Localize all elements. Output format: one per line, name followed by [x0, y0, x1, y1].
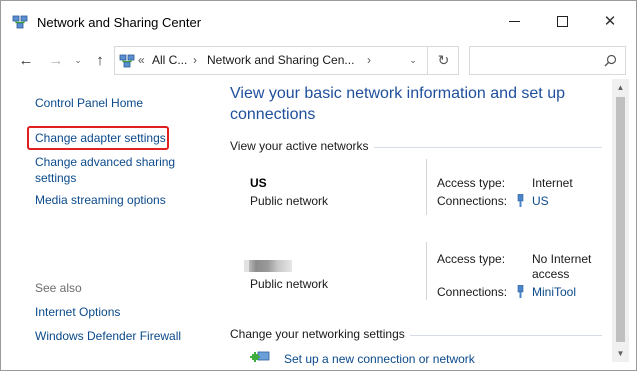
- network-divider: [426, 159, 427, 215]
- section-divider: [374, 147, 602, 148]
- breadcrumb-separator-icon[interactable]: ›: [193, 53, 197, 67]
- tasks-pane: Control Panel Home Change adapter settin…: [1, 79, 214, 370]
- breadcrumb-all-control-panel[interactable]: All C...: [152, 53, 187, 67]
- breadcrumb-overflow-icon[interactable]: «: [138, 53, 145, 67]
- sidebar-item-change-advanced-sharing[interactable]: Change advanced sharing settings: [35, 154, 175, 186]
- breadcrumb-separator-icon[interactable]: ›: [367, 53, 371, 67]
- section-divider: [410, 335, 602, 336]
- maximize-button[interactable]: [539, 1, 585, 41]
- sidebar-item-label: Change advanced sharing: [35, 155, 176, 169]
- blurred-network-name: [244, 260, 292, 272]
- access-type-value: Internet: [532, 176, 573, 190]
- back-arrow-icon: ←: [18, 51, 34, 69]
- forward-button[interactable]: →: [45, 49, 67, 71]
- scroll-up-button[interactable]: ▲: [612, 79, 629, 96]
- window: Network and Sharing Center ✕ ← → ⌄ ↑ « A…: [0, 0, 637, 371]
- sidebar-item-label: settings: [35, 171, 77, 185]
- minimize-icon: [508, 20, 520, 22]
- network-sharing-center-icon: [12, 15, 28, 29]
- access-type-label: Access type:: [437, 252, 506, 266]
- active-networks-heading: View your active networks: [230, 139, 369, 153]
- access-type-label: Access type:: [437, 176, 506, 190]
- network-sharing-center-icon: [119, 54, 135, 68]
- address-bar[interactable]: « All C... › Network and Sharing Cen... …: [114, 46, 459, 75]
- refresh-button[interactable]: ↻: [427, 47, 459, 74]
- change-settings-heading: Change your networking settings: [230, 327, 405, 341]
- scroll-down-button[interactable]: ▼: [612, 345, 629, 362]
- refresh-icon: ↻: [437, 52, 450, 68]
- connections-label: Connections:: [437, 285, 508, 299]
- forward-arrow-icon: →: [48, 51, 64, 69]
- sidebar-item-control-panel-home[interactable]: Control Panel Home: [35, 95, 143, 111]
- navigation-bar: ← → ⌄ ↑ « All C... › Network and Sharing…: [1, 41, 636, 79]
- connection-link-minitool[interactable]: MiniTool: [532, 285, 576, 299]
- breadcrumb-network-sharing-center[interactable]: Network and Sharing Cen...: [207, 53, 354, 67]
- ethernet-icon: [517, 285, 524, 298]
- access-type-value-line: access: [532, 267, 570, 281]
- title-bar: Network and Sharing Center ✕: [1, 1, 636, 41]
- up-button[interactable]: ↑: [89, 49, 111, 71]
- see-also-heading: See also: [35, 281, 82, 295]
- sidebar-item-media-streaming[interactable]: Media streaming options: [35, 192, 166, 208]
- maximize-icon: [556, 15, 568, 27]
- recent-locations-button[interactable]: ⌄: [72, 49, 84, 71]
- chevron-down-icon: ⌄: [74, 54, 82, 65]
- see-also-internet-options[interactable]: Internet Options: [35, 304, 120, 320]
- page-title: View your basic network information and …: [230, 85, 565, 123]
- access-type-value-line: No Internet: [532, 252, 592, 266]
- address-dropdown-button[interactable]: ⌄: [400, 48, 426, 73]
- minimize-button[interactable]: [491, 1, 537, 41]
- connection-link-us[interactable]: US: [532, 194, 549, 208]
- window-title: Network and Sharing Center: [37, 15, 202, 30]
- network-divider: [426, 242, 427, 300]
- network-name: US: [250, 176, 267, 190]
- new-connection-icon: [250, 351, 270, 362]
- scrollbar-thumb[interactable]: [616, 97, 625, 342]
- search-icon: [604, 54, 617, 67]
- back-button[interactable]: ←: [15, 49, 37, 71]
- ethernet-icon: [517, 194, 524, 207]
- close-button[interactable]: ✕: [587, 1, 633, 41]
- up-arrow-icon: ↑: [96, 51, 104, 69]
- access-type-value: No Internet access: [532, 252, 591, 282]
- setup-new-connection-link[interactable]: Set up a new connection or network: [284, 351, 475, 367]
- see-also-windows-defender-firewall[interactable]: Windows Defender Firewall: [35, 328, 181, 344]
- search-box[interactable]: [469, 46, 626, 75]
- network-category: Public network: [250, 194, 329, 208]
- chevron-down-icon: ⌄: [409, 55, 417, 65]
- close-icon: ✕: [603, 13, 617, 30]
- connections-label: Connections:: [437, 194, 508, 208]
- network-category: Public network: [250, 277, 329, 291]
- vertical-scrollbar[interactable]: ▲ ▼: [612, 79, 629, 362]
- highlight-annotation: [27, 126, 169, 150]
- main-content: View your basic network information and …: [214, 79, 611, 370]
